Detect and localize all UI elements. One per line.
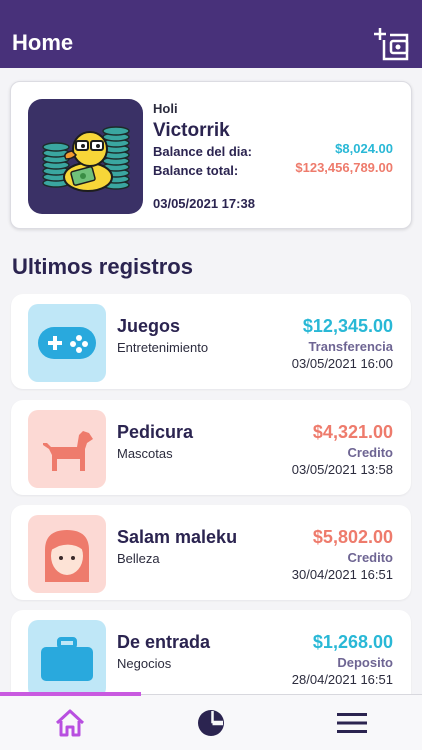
record-name: Pedicura	[117, 422, 194, 442]
record-name: Salam maleku	[117, 527, 238, 547]
tab-bar	[0, 692, 422, 750]
greeting-text: Holi	[153, 101, 178, 116]
gamepad-icon	[28, 304, 106, 382]
avatar	[28, 99, 143, 214]
menu-icon	[337, 713, 367, 733]
record-category: Negocios	[117, 656, 172, 671]
record-amount: $5,802.00	[312, 527, 393, 547]
record-type: Credito	[347, 445, 394, 460]
record-date: 30/04/2021 16:51	[291, 567, 393, 582]
record-date: 03/05/2021 13:58	[291, 462, 393, 477]
briefcase-icon	[28, 620, 106, 694]
page-title: Home	[12, 30, 74, 55]
record-category: Belleza	[117, 551, 160, 566]
woman-face-icon	[28, 515, 106, 593]
content-area: Holi Victorrik Balance del dia: $8,024.0…	[0, 0, 422, 694]
record-amount: $12,345.00	[302, 316, 393, 336]
record-name: De entrada	[117, 632, 211, 652]
tab-home[interactable]	[0, 695, 140, 750]
section-title: Ultimos registros	[12, 254, 193, 279]
dog-icon	[28, 410, 106, 488]
record-category: Entretenimiento	[117, 340, 209, 355]
record-type: Credito	[347, 550, 394, 565]
record-date: 03/05/2021 16:00	[291, 356, 393, 371]
tab-menu[interactable]	[282, 695, 422, 750]
home-icon	[55, 709, 85, 737]
record-item[interactable]: Juegos Entretenimiento $12,345.00 Transf…	[11, 294, 411, 389]
record-item[interactable]: De entrada Negocios $1,268.00 Deposito 2…	[11, 610, 411, 694]
add-wallet-icon	[374, 28, 409, 61]
profile-datetime: 03/05/2021 17:38	[153, 196, 255, 211]
tab-stats[interactable]	[141, 695, 281, 750]
record-type: Transferencia	[308, 339, 393, 354]
record-amount: $1,268.00	[312, 632, 393, 652]
pie-chart-icon	[198, 710, 224, 736]
add-wallet-button[interactable]	[374, 26, 410, 62]
balance-total-value: $123,456,789.00	[295, 160, 393, 175]
record-date: 28/04/2021 16:51	[291, 672, 393, 687]
record-item[interactable]: Salam maleku Belleza $5,802.00 Credito 3…	[11, 505, 411, 600]
app-header: Home	[0, 0, 422, 68]
duck-avatar-icon	[42, 126, 130, 192]
record-item[interactable]: Pedicura Mascotas $4,321.00 Credito 03/0…	[11, 400, 411, 495]
profile-card: Holi Victorrik Balance del dia: $8,024.0…	[10, 81, 412, 229]
record-type: Deposito	[337, 655, 393, 670]
record-amount: $4,321.00	[312, 422, 393, 442]
balance-day-value: $8,024.00	[335, 141, 393, 156]
record-name: Juegos	[117, 316, 181, 336]
balance-total-label: Balance total:	[153, 163, 239, 178]
balance-day-label: Balance del dia:	[153, 144, 252, 159]
record-category: Mascotas	[117, 446, 173, 461]
username: Victorrik	[153, 120, 230, 141]
